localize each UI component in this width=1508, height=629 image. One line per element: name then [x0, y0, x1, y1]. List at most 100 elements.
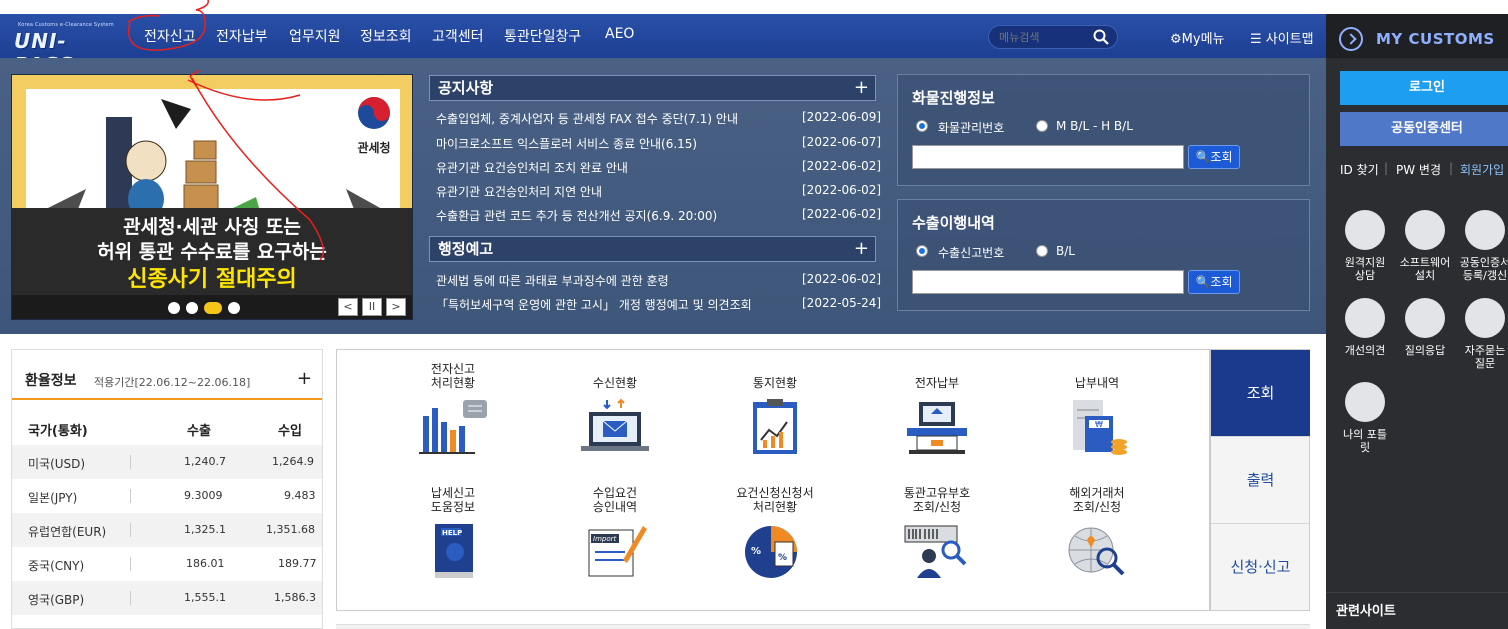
menu-search-input[interactable]: [999, 29, 1094, 45]
fx-import: 1,586.3: [274, 591, 316, 604]
export-option-2-radio[interactable]: [1036, 245, 1048, 257]
cargo-option-2-radio[interactable]: [1036, 120, 1048, 132]
export-search-button[interactable]: 🔍조회: [1188, 270, 1240, 294]
export-option-1-label: 수출신고번호: [938, 246, 1005, 260]
sitemap-button[interactable]: ☰ 사이트맵: [1250, 28, 1314, 47]
fx-country: 일본(JPY): [28, 491, 78, 505]
notice-date-2: [2022-06-07]: [802, 135, 882, 149]
admin-notice-more-button[interactable]: +: [854, 237, 869, 261]
notice-item-3[interactable]: 유관기관 요건승인처리 조치 완료 안내: [436, 159, 628, 176]
banner-dot-2[interactable]: [186, 302, 198, 314]
barcode-search-icon: [904, 525, 967, 578]
export-history-title: 수출이행내역: [912, 214, 995, 232]
faq-icon: [1465, 298, 1505, 338]
sidebar-divider: [1326, 592, 1508, 593]
service-requirement-application-status[interactable]: 요건신청신청서 처리현황 % %: [705, 484, 845, 584]
change-pw-link[interactable]: PW 변경: [1396, 161, 1441, 178]
sign-up-link[interactable]: 회원가입: [1460, 161, 1504, 178]
banner-dot-1[interactable]: [168, 302, 180, 314]
export-option-1-radio[interactable]: [916, 245, 928, 257]
service-tax-help-info[interactable]: 납세신고 도움정보 HELP: [383, 484, 523, 584]
service-receive-status[interactable]: 수신현황: [545, 360, 685, 460]
service-label: 통지현황: [752, 376, 798, 390]
qna-shortcut[interactable]: 질의응답: [1394, 298, 1456, 357]
service-e-declaration-status[interactable]: 전자신고 처리현황: [383, 360, 523, 460]
cargo-search-button[interactable]: 🔍조회: [1188, 145, 1240, 169]
notice-item-4[interactable]: 유관기관 요건승인처리 지연 안내: [436, 183, 602, 200]
korea-taegeuk-icon: [358, 97, 390, 129]
banner-dot-3-active[interactable]: [204, 302, 222, 314]
related-sites-title[interactable]: 관련사이트: [1336, 600, 1396, 619]
banner-next-button[interactable]: >: [386, 298, 406, 316]
remote-support-shortcut[interactable]: 원격지원 상담: [1334, 210, 1396, 282]
service-customs-code-lookup[interactable]: 통관고유부호 조회/신청: [867, 484, 1007, 584]
tab-apply-declare[interactable]: 신청·신고: [1211, 524, 1310, 611]
notice-item-2[interactable]: 마이크로소프트 익스플로러 서비스 종료 안내(6.15): [436, 135, 697, 152]
banner-pause-button[interactable]: II: [362, 298, 382, 316]
nav-work-support[interactable]: 업무지원: [289, 26, 341, 46]
fx-divider: [130, 591, 131, 605]
fx-row: 유럽연합(EUR) 1,325.1 1,351.68: [12, 513, 322, 547]
search-icon[interactable]: [1093, 29, 1109, 45]
link-separator: |: [1449, 161, 1454, 175]
chevron-right-icon[interactable]: [1339, 27, 1363, 51]
service-notification-status[interactable]: 통지현황: [705, 360, 845, 460]
service-import-requirement-approval[interactable]: 수입요건 승인내역 Import: [545, 484, 685, 584]
nav-aeo[interactable]: AEO: [605, 26, 634, 42]
exchange-rate-more-button[interactable]: +: [297, 368, 312, 389]
nav-customer-center[interactable]: 고객센터: [432, 26, 484, 46]
feedback-shortcut[interactable]: 개선의견: [1334, 298, 1396, 357]
nav-info-lookup[interactable]: 정보조회: [360, 26, 412, 46]
cargo-option-1-radio[interactable]: [916, 120, 928, 132]
nav-e-payment[interactable]: 전자납부: [216, 26, 268, 46]
export-number-input[interactable]: [912, 270, 1184, 294]
tab-lookup[interactable]: 조회: [1211, 350, 1310, 437]
export-option-2-label: B/L: [1056, 244, 1075, 258]
nav-single-window[interactable]: 통관단일창구: [504, 26, 581, 46]
search-icon: 🔍: [1195, 150, 1211, 164]
banner-prev-button[interactable]: <: [338, 298, 358, 316]
unipass-logo[interactable]: Korea Customs e-Clearance System UNI-PAS…: [12, 20, 124, 77]
fx-import: 189.77: [278, 557, 317, 570]
admin-notice-item-1[interactable]: 관세법 등에 따른 과태료 부과징수에 관한 훈령: [436, 272, 669, 289]
service-label: 전자신고 처리현황: [430, 362, 476, 390]
notice-item-5[interactable]: 수출환급 관련 코드 추가 등 전산개선 공지(6.9. 20:00): [436, 207, 717, 224]
notice-board-header: 공지사항 +: [429, 75, 876, 101]
svg-text:%: %: [778, 553, 787, 563]
software-install-shortcut[interactable]: 소프트웨어 설치: [1394, 210, 1456, 282]
notice-more-button[interactable]: +: [854, 76, 869, 100]
nav-e-declaration[interactable]: 전자신고: [144, 26, 196, 46]
customs-seal: 관세청: [348, 95, 400, 161]
notice-date-4: [2022-06-02]: [802, 183, 882, 197]
banner-headline-1: 관세청·세관 사칭 또는: [123, 216, 301, 238]
search-icon: 🔍: [1195, 275, 1211, 289]
admin-notice-date-1: [2022-06-02]: [802, 272, 882, 286]
service-label: 해외거래처 조회/신청: [1069, 486, 1125, 514]
service-overseas-partner-lookup[interactable]: 해외거래처 조회/신청: [1027, 484, 1167, 584]
my-menu-button[interactable]: ⚙My메뉴: [1170, 28, 1225, 47]
gear-icon: ⚙: [1170, 32, 1182, 47]
my-portlet-shortcut[interactable]: 나의 포틀 릿: [1334, 382, 1396, 454]
admin-notice-item-2[interactable]: 「특허보세구역 운영에 관한 고시」 개정 행정예고 및 의견조회: [436, 296, 752, 313]
svg-text:HELP: HELP: [442, 529, 462, 537]
fx-divider: [130, 489, 131, 503]
receipt-icon: ₩: [1073, 400, 1127, 455]
my-customs-sidebar: MY CUSTOMS 로그인 공동인증센터 ID 찾기 | PW 변경 | 회원…: [1326, 14, 1508, 629]
my-customs-title: MY CUSTOMS: [1376, 30, 1495, 48]
service-e-payment[interactable]: 전자납부: [867, 360, 1007, 460]
cargo-number-input[interactable]: [912, 145, 1184, 169]
sidebar-icon-label: 공동인증서 등록/갱신: [1459, 256, 1508, 282]
certificate-register-shortcut[interactable]: 공동인증서 등록/갱신: [1454, 210, 1508, 282]
notice-item-1[interactable]: 수출입업체, 중계사업자 등 관세청 FAX 접수 중단(7.1) 안내: [436, 110, 738, 127]
faq-shortcut[interactable]: 자주묻는 질문: [1454, 298, 1508, 370]
hamburger-icon: ☰: [1250, 32, 1262, 47]
main-banner[interactable]: 관세청 관세청·세관 사칭 또는 허위 통관 수수료를 요구하는 신종사기 절대…: [11, 74, 413, 320]
login-button[interactable]: 로그인: [1340, 71, 1508, 105]
fx-country: 영국(GBP): [28, 593, 85, 607]
fx-divider: [130, 523, 131, 537]
banner-dot-4[interactable]: [228, 302, 240, 314]
service-payment-history[interactable]: 납부내역 ₩: [1027, 360, 1167, 460]
certificate-center-button[interactable]: 공동인증센터: [1340, 112, 1508, 146]
find-id-link[interactable]: ID 찾기: [1340, 161, 1379, 178]
tab-print[interactable]: 출력: [1211, 437, 1310, 524]
